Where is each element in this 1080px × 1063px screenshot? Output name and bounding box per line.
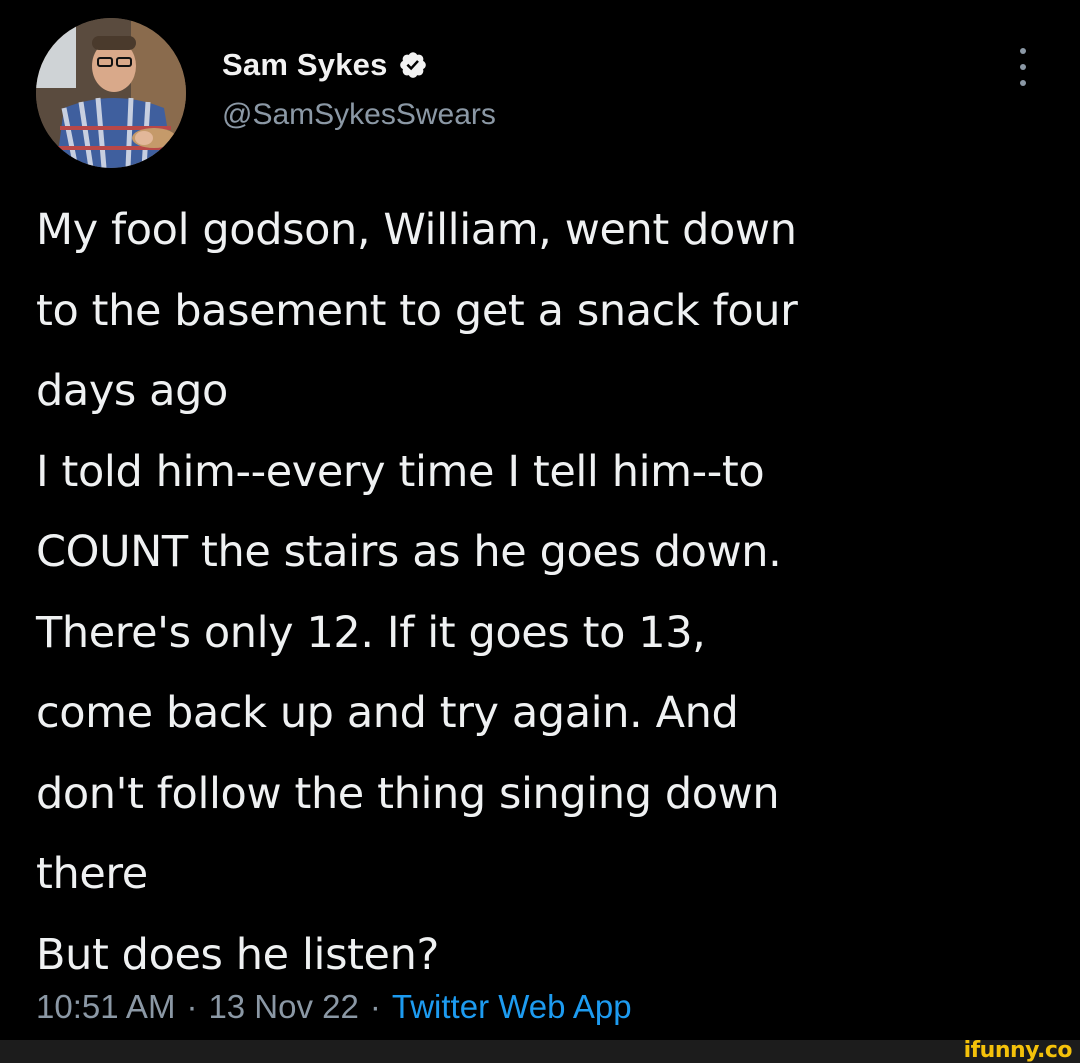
ifunny-watermark: ifunny.co (963, 1038, 1073, 1063)
tweet-text-line: My fool godson, William, went down (36, 205, 797, 255)
tweet-text-line: But does he listen? (36, 929, 439, 980)
watermark-bar (0, 1040, 1080, 1063)
tweet-meta: 10:51 AM · 13 Nov 22 · Twitter Web App (36, 988, 632, 1026)
tweet-text-line: there (36, 849, 148, 899)
tweet-text-line: I told him--every time I tell him--to (36, 446, 765, 497)
avatar-photo (36, 18, 186, 168)
tweet-source-link[interactable]: Twitter Web App (392, 988, 632, 1026)
tweet-text-line: to the basement to get a snack four (36, 285, 798, 336)
tweet-text-line: don't follow the thing singing down (36, 768, 780, 819)
display-name[interactable]: Sam Sykes (222, 47, 388, 83)
verified-badge-icon (398, 50, 428, 80)
tweet-text-line: days ago (36, 366, 228, 416)
tweet-text-line: There's only 12. If it goes to 13, (36, 607, 706, 658)
more-dot (1020, 48, 1026, 54)
more-dot (1020, 64, 1026, 70)
meta-separator: · (186, 988, 198, 1025)
tweet-card: Sam Sykes @SamSykesSwears My fool godson… (0, 0, 1080, 1040)
tweet-text: My fool godson, William, went down to th… (36, 190, 1046, 995)
meta-separator: · (369, 988, 381, 1025)
tweet-text-line: COUNT the stairs as he goes down. (36, 527, 782, 577)
more-options-icon[interactable] (1008, 46, 1038, 88)
author-block: Sam Sykes @SamSykesSwears (222, 44, 496, 132)
avatar[interactable] (36, 18, 186, 168)
more-dot (1020, 80, 1026, 86)
name-row: Sam Sykes (222, 44, 496, 86)
tweet-time[interactable]: 10:51 AM (36, 988, 175, 1026)
tweet-date[interactable]: 13 Nov 22 (208, 988, 358, 1026)
user-handle[interactable]: @SamSykesSwears (222, 98, 496, 132)
tweet-text-line: come back up and try again. And (36, 688, 739, 738)
